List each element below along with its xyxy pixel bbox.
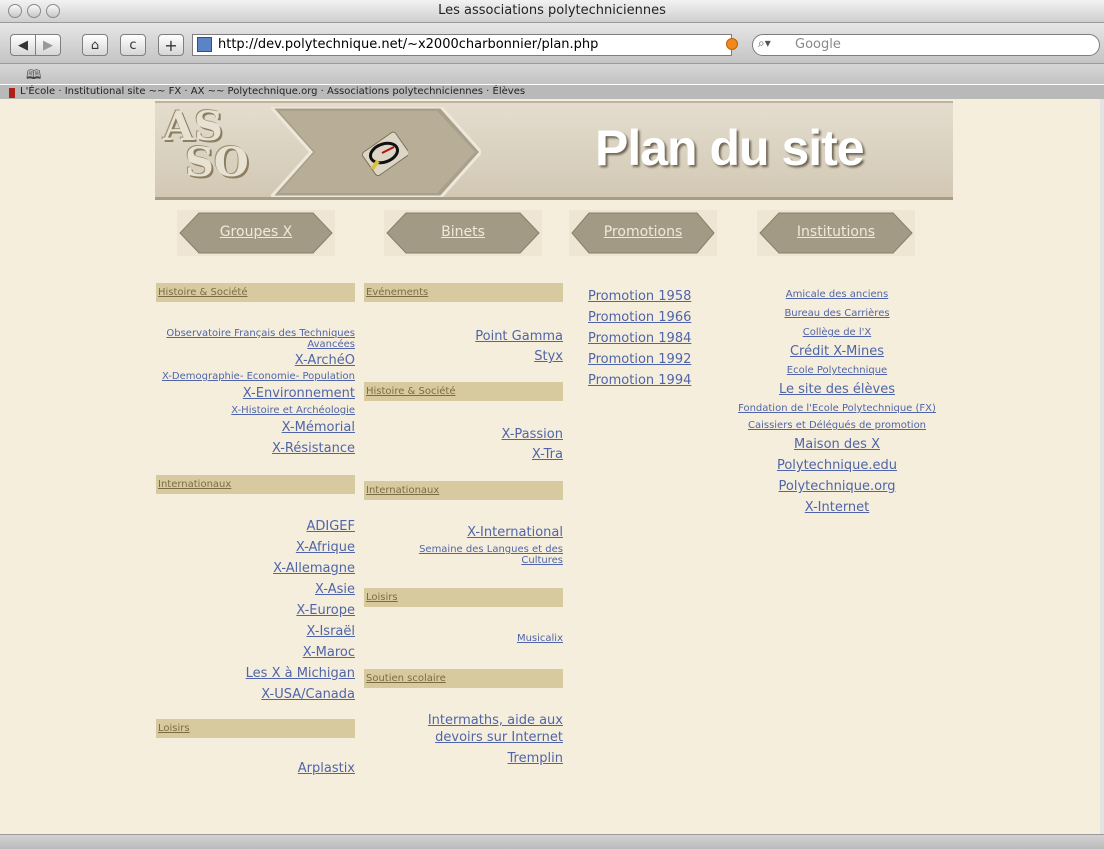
tab-groupes-x-label[interactable]: Groupes X bbox=[177, 224, 335, 240]
institution-link[interactable]: Polytechnique.org bbox=[727, 476, 947, 497]
flag-icon bbox=[9, 88, 15, 98]
status-bar bbox=[0, 834, 1104, 849]
banner: AS SO Plan du site bbox=[155, 101, 953, 200]
site-favicon-icon bbox=[197, 37, 212, 52]
binet-link[interactable]: X-International bbox=[364, 524, 563, 541]
reload-button[interactable]: c bbox=[120, 34, 146, 56]
forward-button[interactable]: ▶ bbox=[35, 34, 61, 56]
binets-column: Evénements Point Gamma Styx Histoire & S… bbox=[364, 283, 563, 767]
group-link[interactable]: X-Europe bbox=[156, 600, 355, 621]
institution-link[interactable]: Caissiers et Délégués de promotion bbox=[727, 418, 947, 433]
tab-groupes-x[interactable]: Groupes X bbox=[177, 210, 335, 256]
tab-institutions[interactable]: Institutions bbox=[757, 210, 915, 256]
group-link[interactable]: X-Allemagne bbox=[156, 558, 355, 579]
back-button[interactable]: ◀ bbox=[10, 34, 36, 56]
promotion-link[interactable]: Promotion 1958 bbox=[588, 286, 738, 307]
section-header[interactable]: Internationaux bbox=[364, 481, 563, 500]
search-input[interactable]: Google bbox=[752, 34, 1100, 56]
tab-institutions-label[interactable]: Institutions bbox=[757, 224, 915, 240]
group-link[interactable]: X-Résistance bbox=[156, 440, 355, 457]
binet-link[interactable]: Musicalix bbox=[364, 633, 563, 644]
binet-link[interactable]: X-Tra bbox=[364, 445, 563, 465]
binet-link[interactable]: Intermaths, aide aux devoirs sur Interne… bbox=[404, 712, 563, 746]
section-header[interactable]: Loisirs bbox=[156, 719, 355, 738]
group-link[interactable]: ADIGEF bbox=[156, 516, 355, 537]
promotion-link[interactable]: Promotion 1984 bbox=[588, 328, 738, 349]
section-header[interactable]: Loisirs bbox=[364, 588, 563, 607]
binet-link[interactable]: Semaine des Langues et des Cultures bbox=[394, 544, 563, 566]
group-link[interactable]: X-Afrique bbox=[156, 537, 355, 558]
institution-link[interactable]: Fondation de l'Ecole Polytechnique (FX) bbox=[727, 403, 947, 414]
group-link[interactable]: X-USA/Canada bbox=[156, 684, 355, 705]
group-link[interactable]: X-Israël bbox=[156, 621, 355, 642]
institution-link[interactable]: Polytechnique.edu bbox=[727, 455, 947, 476]
institution-link[interactable]: Ecole Polytechnique bbox=[727, 362, 947, 379]
scrollbar[interactable] bbox=[1100, 99, 1104, 834]
group-link[interactable]: X-Demographie- Economie- Population bbox=[156, 371, 355, 382]
institutions-column: Amicale des anciens Bureau des Carrières… bbox=[727, 286, 947, 518]
binet-link[interactable]: Styx bbox=[364, 347, 563, 367]
binet-link[interactable]: Point Gamma bbox=[364, 327, 563, 347]
tab-binets[interactable]: Binets bbox=[384, 210, 542, 256]
binet-link[interactable]: Tremplin bbox=[364, 750, 563, 767]
group-link[interactable]: Arplastix bbox=[156, 760, 355, 777]
promotion-link[interactable]: Promotion 1994 bbox=[588, 370, 738, 391]
institution-link[interactable]: X-Internet bbox=[727, 497, 947, 518]
tab-promotions[interactable]: Promotions bbox=[569, 210, 717, 256]
group-link[interactable]: X-ArchéO bbox=[156, 352, 355, 369]
group-link[interactable]: X-Maroc bbox=[156, 642, 355, 663]
tab-promotions-label[interactable]: Promotions bbox=[569, 224, 717, 240]
asso-logo: AS SO bbox=[163, 107, 273, 191]
section-header[interactable]: Soutien scolaire bbox=[364, 669, 563, 688]
group-link[interactable]: X-Mémorial bbox=[156, 419, 355, 436]
institution-link[interactable]: Amicale des anciens bbox=[727, 286, 947, 303]
institution-link[interactable]: Le site des élèves bbox=[727, 380, 947, 399]
logo-line-2: SO bbox=[185, 139, 249, 186]
groupes-column: Histoire & Société Observatoire Français… bbox=[156, 283, 355, 777]
group-link[interactable]: Les X à Michigan bbox=[156, 663, 355, 684]
group-link[interactable]: X-Histoire et Archéologie bbox=[156, 405, 355, 416]
institution-link[interactable]: Maison des X bbox=[727, 434, 947, 455]
group-link[interactable]: X-Environnement bbox=[156, 385, 355, 402]
address-field[interactable]: http://dev.polytechnique.net/~x2000charb… bbox=[192, 34, 732, 56]
title-bar: Les associations polytechniciennes bbox=[0, 0, 1104, 23]
section-header[interactable]: Evénements bbox=[364, 283, 563, 302]
group-link[interactable]: X-Asie bbox=[156, 579, 355, 600]
bookmarks-bar bbox=[0, 64, 1104, 84]
section-header[interactable]: Histoire & Société bbox=[364, 382, 563, 401]
add-bookmark-button[interactable]: + bbox=[158, 34, 184, 56]
institution-link[interactable]: Bureau des Carrières bbox=[727, 305, 947, 322]
promotion-link[interactable]: Promotion 1966 bbox=[588, 307, 738, 328]
promotion-link[interactable]: Promotion 1992 bbox=[588, 349, 738, 370]
home-button[interactable]: ⌂ bbox=[82, 34, 108, 56]
binet-link[interactable]: X-Passion bbox=[364, 425, 563, 445]
page-title: Plan du site bbox=[595, 120, 865, 176]
snapback-icon[interactable] bbox=[726, 38, 738, 50]
page-content: AS SO Plan du site Groupes X Binets Prom… bbox=[0, 99, 1104, 834]
window-title: Les associations polytechniciennes bbox=[438, 3, 666, 18]
group-link[interactable]: Observatoire Français des Techniques Ava… bbox=[156, 328, 355, 350]
promotions-column: Promotion 1958 Promotion 1966 Promotion … bbox=[588, 286, 738, 391]
section-header[interactable]: Histoire & Société bbox=[156, 283, 355, 302]
institution-link[interactable]: Collège de l'X bbox=[727, 324, 947, 341]
tab-binets-label[interactable]: Binets bbox=[384, 224, 542, 240]
compass-icon bbox=[361, 131, 408, 177]
section-header[interactable]: Internationaux bbox=[156, 475, 355, 494]
search-icon[interactable]: ⌕▾ bbox=[758, 36, 771, 51]
institution-link[interactable]: Crédit X-Mines bbox=[727, 342, 947, 361]
site-link-bar-text[interactable]: L'École · Institutional site ~~ FX · AX … bbox=[20, 86, 525, 97]
